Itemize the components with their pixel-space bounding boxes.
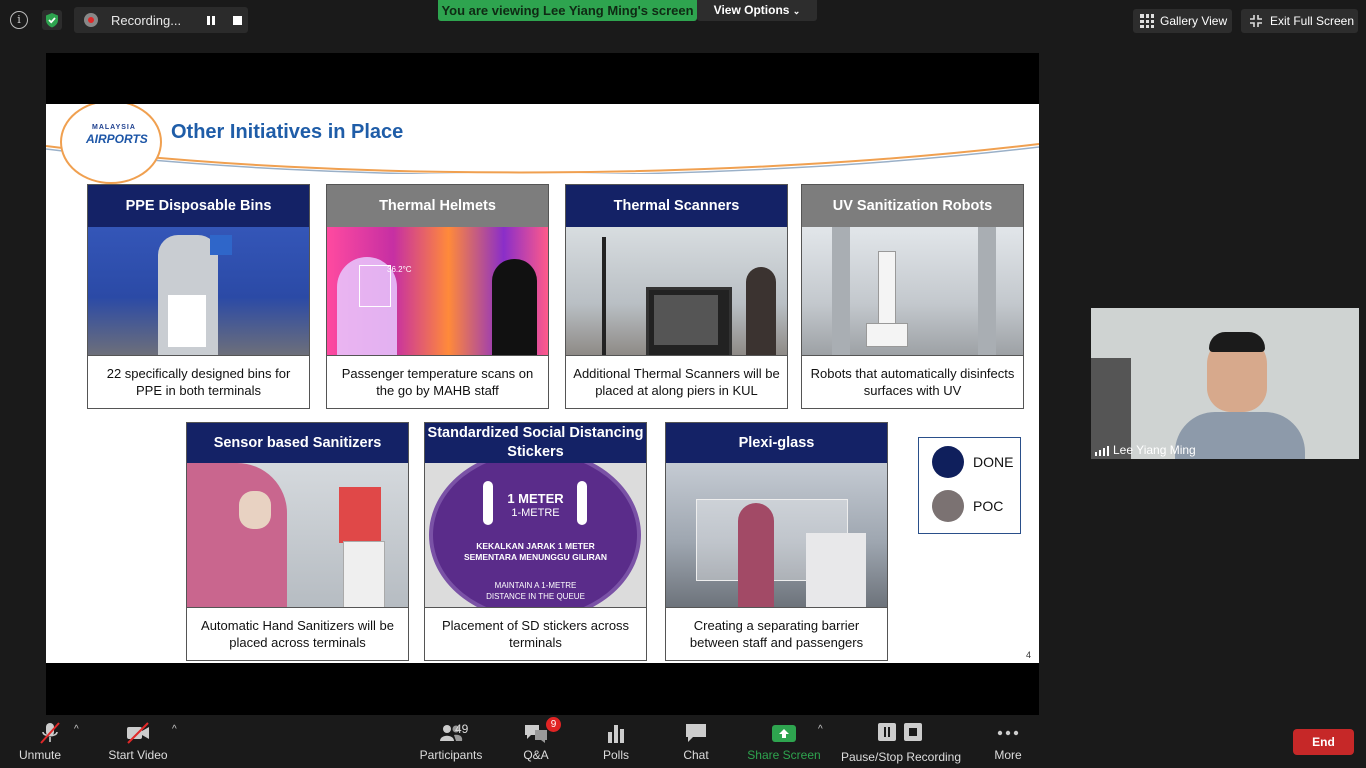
slide-title: Other Initiatives in Place: [171, 121, 404, 143]
qa-badge: 9: [546, 717, 561, 732]
done-swatch: [932, 446, 964, 478]
chat-label: Chat: [683, 748, 709, 762]
gallery-view-label: Gallery View: [1160, 14, 1228, 28]
share-screen-icon: [771, 722, 797, 744]
participants-icon: 49: [427, 722, 475, 744]
audio-options-caret-icon[interactable]: ^: [74, 724, 79, 735]
uv-robot-image: [802, 227, 1023, 355]
card-title: Thermal Helmets: [327, 185, 548, 227]
pause-stop-recording-button[interactable]: Pause/Stop Recording: [841, 716, 961, 768]
grid-icon: [1140, 14, 1154, 28]
legend-label-poc: POC: [973, 498, 1004, 514]
more-label: More: [994, 748, 1022, 762]
share-options-caret-icon[interactable]: ^: [818, 724, 823, 735]
thermal-helmet-image: 36.2°C: [327, 227, 548, 355]
sensor-sanitizer-image: [187, 463, 408, 607]
pause-recording-icon[interactable]: [207, 16, 215, 25]
card-title: Sensor based Sanitizers: [187, 423, 408, 463]
video-options-caret-icon[interactable]: ^: [172, 724, 177, 735]
pause-stop-recording-label: Pause/Stop Recording: [840, 750, 962, 764]
participant-hair: [1209, 332, 1265, 352]
exit-full-screen-button[interactable]: Exit Full Screen: [1241, 9, 1358, 33]
initiative-card-uv-robots: UV Sanitization Robots Robots that autom…: [801, 184, 1024, 409]
signal-strength-icon: [1095, 446, 1109, 456]
sticker-text-1m: 1 METER: [507, 491, 564, 506]
participant-video-tile[interactable]: [1091, 308, 1359, 459]
card-caption: Robots that automatically disinfects sur…: [802, 355, 1023, 408]
sd-sticker-image: 1 METER 1-METRE KEKALKAN JARAK 1 METER S…: [425, 463, 646, 607]
end-meeting-button[interactable]: End: [1293, 729, 1354, 755]
presentation-slide: MALAYSIA AIRPORTS Other Initiatives in P…: [46, 104, 1039, 663]
stop-recording-icon[interactable]: [233, 16, 242, 25]
encryption-shield-icon[interactable]: [42, 10, 62, 30]
participants-count: 49: [455, 722, 469, 736]
view-options-label: View Options: [713, 3, 790, 17]
sticker-text-english-2: DISTANCE IN THE QUEUE: [486, 592, 585, 601]
card-title: Plexi-glass: [666, 423, 887, 463]
initiative-card-plexi-glass: Plexi-glass Creating a separating barrie…: [665, 422, 888, 661]
info-icon[interactable]: i: [10, 11, 28, 29]
malaysia-airports-logo: MALAYSIA AIRPORTS: [60, 104, 162, 184]
sticker-text-malay-2: SEMENTARA MENUNGGU GILIRAN: [463, 552, 608, 562]
start-video-label: Start Video: [108, 748, 168, 762]
viewing-banner: You are viewing Lee Yiang Ming's screen: [438, 0, 697, 21]
card-title: Thermal Scanners: [566, 185, 787, 227]
card-caption: 22 specifically designed bins for PPE in…: [88, 355, 309, 408]
chevron-down-icon: ⌄: [792, 6, 801, 16]
temperature-readout: 36.2°C: [387, 265, 412, 274]
view-options-button[interactable]: View Options ⌄: [697, 0, 817, 21]
initiative-card-sensor-sanitizers: Sensor based Sanitizers Automatic Hand S…: [186, 422, 409, 661]
sticker-text-1metre: 1-METRE: [511, 507, 560, 519]
initiative-card-sd-stickers: Standardized Social Distancing Stickers …: [424, 422, 647, 661]
participant-name: Lee Yiang Ming: [1113, 443, 1196, 457]
thermal-scanner-image: [566, 227, 787, 355]
more-button[interactable]: More: [958, 716, 1058, 768]
exit-full-screen-label: Exit Full Screen: [1270, 14, 1355, 28]
card-title: PPE Disposable Bins: [88, 185, 309, 227]
legend-label-done: DONE: [973, 454, 1014, 470]
sticker-text-english-1: MAINTAIN A 1-METRE: [494, 581, 577, 590]
unmute-label: Unmute: [18, 748, 62, 762]
exit-fullscreen-icon: [1249, 14, 1263, 28]
polls-icon: [603, 722, 629, 744]
ppe-bin-image: [88, 227, 309, 355]
plexi-glass-image: [666, 463, 887, 607]
initiative-card-ppe-bins: PPE Disposable Bins 22 specifically desi…: [87, 184, 310, 409]
card-title: Standardized Social Distancing Stickers: [425, 423, 646, 463]
unmute-button[interactable]: Unmute: [0, 716, 100, 768]
initiative-card-thermal-helmets: Thermal Helmets 36.2°C Passenger tempera…: [326, 184, 549, 409]
logo-text-line1: MALAYSIA: [92, 124, 136, 131]
participant-name-label: Lee Yiang Ming: [1091, 443, 1196, 459]
card-caption: Additional Thermal Scanners will be plac…: [566, 355, 787, 408]
more-icon: [995, 722, 1021, 744]
share-screen-label: Share Screen: [747, 748, 821, 762]
poc-swatch: [932, 490, 964, 522]
card-caption: Passenger temperature scans on the go by…: [327, 355, 548, 408]
recording-dot-icon: [84, 13, 98, 27]
chat-button[interactable]: Chat: [646, 716, 746, 768]
card-caption: Placement of SD stickers across terminal…: [425, 607, 646, 660]
sticker-text-malay-1: KEKALKAN JARAK 1 METER: [476, 541, 595, 551]
pause-stop-icons: [876, 722, 926, 744]
status-legend: DONE POC: [918, 437, 1021, 534]
card-caption: Creating a separating barrier between st…: [666, 607, 887, 660]
gallery-view-button[interactable]: Gallery View: [1133, 9, 1232, 33]
recording-label: Recording...: [111, 13, 182, 28]
chat-icon: [683, 722, 709, 744]
initiative-card-thermal-scanners: Thermal Scanners Additional Thermal Scan…: [565, 184, 788, 409]
card-caption: Automatic Hand Sanitizers will be placed…: [187, 607, 408, 660]
muted-microphone-icon: [37, 722, 63, 744]
slide-page-number: 4: [1026, 650, 1032, 660]
recording-indicator: Recording...: [74, 7, 248, 33]
logo-text-line2: AIRPORTS: [86, 132, 148, 146]
card-title: UV Sanitization Robots: [802, 185, 1023, 227]
video-off-icon: [125, 722, 151, 744]
